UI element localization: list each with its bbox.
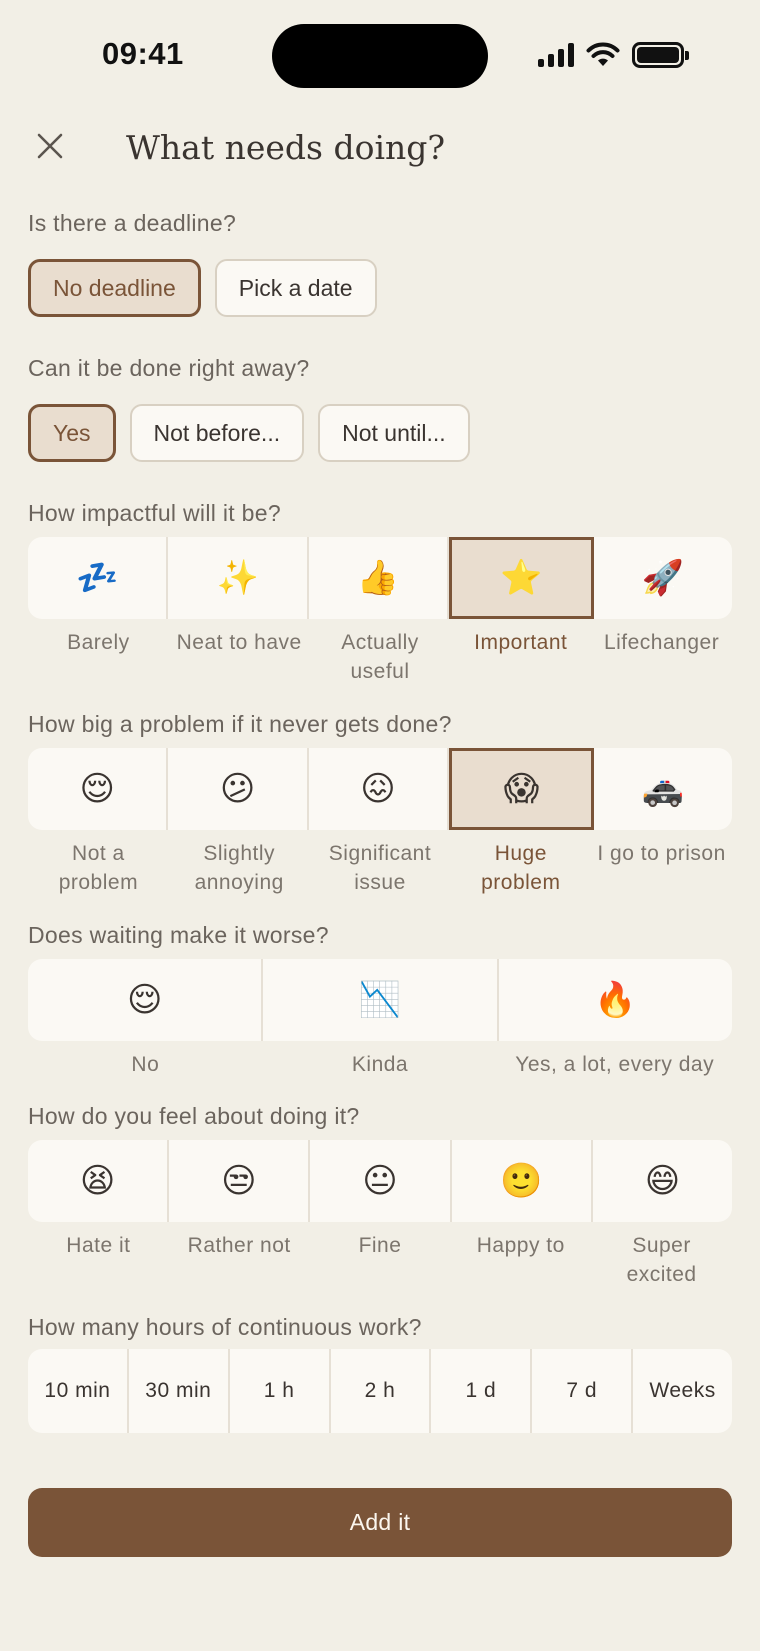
impact-label: How impactful will it be? (28, 500, 281, 526)
duration-option-1h[interactable]: 1 h (230, 1349, 331, 1433)
duration-selector: 10 min 30 min 1 h 2 h 1 d 7 d Weeks (28, 1349, 732, 1433)
impact-label-neat: Neat to have (176, 631, 302, 654)
waiting-label-yes: Yes, a lot, every day (515, 1053, 715, 1076)
feeling-label-fine: Fine (358, 1234, 402, 1257)
star-icon: ⭐ (500, 558, 543, 598)
impact-option-important[interactable]: ⭐ (449, 537, 594, 619)
feeling-label-hate: Hate it (66, 1234, 131, 1257)
feeling-label: How do you feel about doing it? (28, 1103, 360, 1129)
status-bar: 09:41 (0, 0, 760, 100)
neutral-face-icon: 😐 (362, 1161, 398, 1201)
start-label: Can it be done right away? (28, 355, 310, 381)
duration-option-7d[interactable]: 7 d (532, 1349, 634, 1433)
screaming-face-icon: 😱 (503, 769, 540, 809)
feeling-selector: 😫 😒 😐 🙂 😄 (28, 1140, 732, 1222)
sparkles-icon: ✨ (216, 558, 259, 598)
waiting-option-kinda[interactable]: 📉 (263, 959, 499, 1041)
impact-option-useful[interactable]: 👍 (309, 537, 450, 619)
problem-labels: Not a problem Slightly annoying Significan… (28, 839, 732, 897)
not-until-button[interactable]: Not until... (318, 404, 470, 462)
close-icon (37, 133, 63, 159)
feeling-option-rather-not[interactable]: 😒 (169, 1140, 311, 1222)
page-title: What needs doing? (126, 128, 446, 167)
problem-label-slight: Slightly annoying (194, 842, 284, 894)
no-deadline-button[interactable]: No deadline (28, 259, 201, 317)
impact-option-barely[interactable]: 💤 (28, 537, 169, 619)
feeling-label-rather-not: Rather not (187, 1234, 291, 1257)
problem-option-huge[interactable]: 😱 (449, 748, 594, 830)
duration-option-30min[interactable]: 30 min (129, 1349, 230, 1433)
feeling-option-hate[interactable]: 😫 (28, 1140, 170, 1222)
dynamic-island (272, 24, 488, 88)
impact-labels: Barely Neat to have Actually useful Impor… (28, 628, 732, 686)
problem-label-none: Not a problem (58, 842, 139, 894)
impact-selector: 💤 ✨ 👍 ⭐ 🚀 (28, 537, 732, 619)
impact-label-lifechanger: Lifechanger (603, 631, 720, 654)
pick-date-button[interactable]: Pick a date (214, 259, 377, 317)
waiting-labels: No Kinda Yes, a lot, every day (28, 1050, 732, 1079)
confused-face-icon: 😕 (219, 769, 256, 809)
confounded-face-icon: 😖 (360, 769, 396, 809)
problem-option-none[interactable]: 😌 (28, 748, 169, 830)
waiting-option-yes[interactable]: 🔥 (499, 959, 732, 1041)
tired-face-icon: 😫 (79, 1161, 116, 1201)
waiting-label-kinda: Kinda (351, 1053, 409, 1076)
impact-label-important: Important (474, 631, 568, 654)
feeling-option-excited[interactable]: 😄 (593, 1140, 732, 1222)
waiting-option-no[interactable]: 😌 (28, 959, 264, 1041)
relieved-face-icon: 😌 (79, 769, 115, 809)
add-it-button[interactable]: Add it (28, 1488, 732, 1557)
grinning-face-icon: 😄 (644, 1161, 681, 1201)
impact-option-lifechanger[interactable]: 🚀 (594, 537, 732, 619)
fire-icon: 🔥 (594, 980, 637, 1020)
feeling-labels: Hate it Rather not Fine Happy to Super ex… (28, 1231, 732, 1289)
relieved-face-icon: 😌 (126, 980, 163, 1020)
impact-label-barely: Barely (67, 631, 130, 654)
feeling-label-excited: Super excited (626, 1234, 697, 1286)
feeling-label-happy: Happy to (476, 1234, 565, 1257)
feeling-option-fine[interactable]: 😐 (310, 1140, 452, 1222)
police-car-icon: 🚓 (641, 769, 684, 809)
waiting-selector: 😌 📉 🔥 (28, 959, 732, 1041)
not-before-button[interactable]: Not before... (129, 404, 305, 462)
impact-label-useful: Actually useful (341, 631, 419, 683)
problem-selector: 😌 😕 😖 😱 🚓 (28, 748, 732, 830)
duration-label: How many hours of continuous work? (28, 1314, 422, 1340)
problem-option-significant[interactable]: 😖 (309, 748, 450, 830)
battery-icon (632, 42, 689, 68)
problem-option-prison[interactable]: 🚓 (594, 748, 732, 830)
status-time: 09:41 (102, 36, 184, 71)
waiting-label-no: No (131, 1053, 160, 1076)
duration-option-2h[interactable]: 2 h (331, 1349, 432, 1433)
close-button[interactable] (30, 126, 70, 166)
deadline-options: No deadline Pick a date (28, 259, 377, 317)
slight-smile-icon: 🙂 (500, 1161, 543, 1201)
duration-option-10min[interactable]: 10 min (28, 1349, 129, 1433)
cellular-signal-icon (538, 43, 574, 67)
start-options: Yes Not before... Not until... (28, 404, 470, 462)
problem-label: How big a problem if it never gets done? (28, 711, 452, 737)
wifi-icon (586, 42, 620, 66)
problem-label-significant: Significant issue (328, 842, 432, 894)
deadline-label: Is there a deadline? (28, 210, 237, 236)
problem-label-huge: Huge problem (481, 842, 561, 894)
waiting-label: Does waiting make it worse? (28, 922, 329, 948)
problem-label-prison: I go to prison (597, 842, 726, 865)
impact-option-neat[interactable]: ✨ (168, 537, 309, 619)
thumbs-up-icon: 👍 (356, 558, 400, 598)
unamused-face-icon: 😒 (221, 1161, 257, 1201)
zzz-icon: 💤 (76, 558, 119, 598)
start-yes-button[interactable]: Yes (28, 404, 116, 462)
feeling-option-happy[interactable]: 🙂 (452, 1140, 593, 1222)
duration-option-weeks[interactable]: Weeks (633, 1349, 732, 1433)
problem-option-slight[interactable]: 😕 (168, 748, 309, 830)
rocket-icon: 🚀 (641, 558, 684, 598)
chart-decreasing-icon: 📉 (358, 980, 402, 1020)
duration-option-1d[interactable]: 1 d (431, 1349, 533, 1433)
status-icons (538, 40, 689, 70)
